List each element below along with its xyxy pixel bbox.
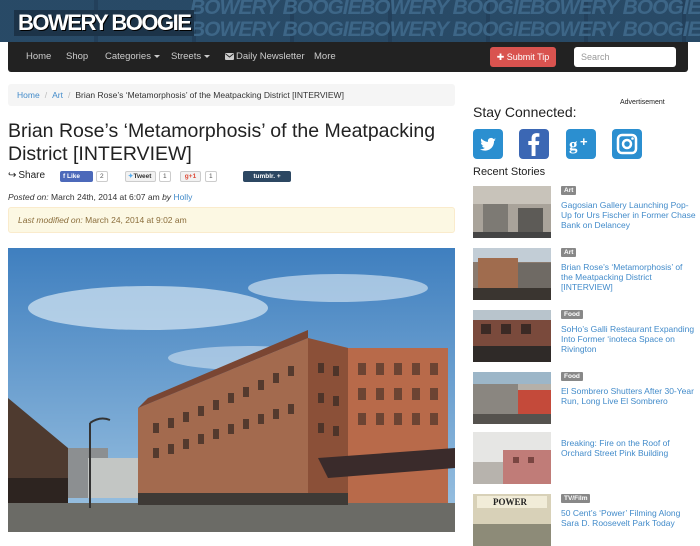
banner-watermark: BOWERY BOOGIE <box>190 18 362 41</box>
google-plus-one-button[interactable]: g+1 <box>180 171 201 182</box>
banner-watermark: BOWERY BOOGIE <box>530 0 700 19</box>
google-plus-icon[interactable]: g + <box>566 129 596 159</box>
svg-text:+: + <box>580 134 588 149</box>
share-label: ↪ Share <box>8 170 45 181</box>
modified-prefix: Last modified on: <box>18 215 83 225</box>
plus-icon: ✚ <box>496 52 507 62</box>
nav-daily-newsletter[interactable]: Daily Newsletter <box>225 42 305 72</box>
meatpacking-district-photo <box>8 248 455 532</box>
nav-home[interactable]: Home <box>26 42 51 72</box>
tweet-count: 1 <box>159 171 171 182</box>
breadcrumb-current: Brian Rose’s ‘Metamorphosis’ of the Meat… <box>75 90 344 100</box>
nav-streets[interactable]: Streets <box>171 42 211 72</box>
tweet-label: Tweet <box>133 173 152 180</box>
story-title-link[interactable]: Breaking: Fire on the Roof of Orchard St… <box>561 438 696 458</box>
breadcrumb-separator: / <box>67 90 71 100</box>
search-input[interactable] <box>574 47 676 67</box>
story-title-link[interactable]: SoHo’s Galli Restaurant Expanding Into F… <box>561 324 696 354</box>
story-thumbnail[interactable] <box>473 372 551 424</box>
post-meta: Posted on: March 24th, 2014 at 6:07 am b… <box>8 192 192 202</box>
story-thumbnail[interactable] <box>473 432 551 484</box>
svg-text:g: g <box>569 135 578 154</box>
share-icon: ↪ <box>8 170 17 181</box>
tweet-button[interactable]: ✦Tweet <box>125 171 156 182</box>
facebook-icon[interactable] <box>519 129 549 159</box>
by-label: by <box>162 192 172 202</box>
twitter-icon[interactable] <box>473 129 503 159</box>
svg-text:POWER: POWER <box>493 497 528 507</box>
like-label: Like <box>66 173 80 180</box>
nav-categories[interactable]: Categories <box>105 42 160 72</box>
story-title-link[interactable]: 50 Cent’s ‘Power’ Filming Along Sara D. … <box>561 508 696 528</box>
share-text: Share <box>18 170 46 181</box>
article-title: Brian Rose’s ‘Metamorphosis’ of the Meat… <box>8 120 436 165</box>
breadcrumb: Home / Art / Brian Rose’s ‘Metamorphosis’ of… <box>8 84 455 106</box>
story-thumbnail[interactable]: POWER <box>473 494 551 546</box>
story-category-tag: TV/Film <box>561 494 591 503</box>
last-modified-notice: Last modified on: March 24, 2014 at 9:02… <box>8 207 455 233</box>
advertisement-label: Advertisement <box>620 99 665 106</box>
story-thumbnail[interactable] <box>473 310 551 362</box>
breadcrumb-separator: / <box>44 90 48 100</box>
submit-tip-button[interactable]: ✚ Submit Tip <box>490 47 556 67</box>
chevron-down-icon <box>153 54 160 58</box>
story-category-tag: Food <box>561 372 583 381</box>
gplus-count: 1 <box>205 171 217 182</box>
story-title-link[interactable]: Brian Rose’s ‘Metamorphosis’ of the Meat… <box>561 262 696 292</box>
breadcrumb-art[interactable]: Art <box>52 90 63 100</box>
modified-date: March 24, 2014 at 9:02 am <box>85 215 187 225</box>
banner-watermark: BOWERY BOOGIE <box>190 0 362 19</box>
story-thumbnail[interactable] <box>473 186 551 238</box>
facebook-like-button[interactable]: f Like <box>60 171 93 182</box>
story-title-link[interactable]: El Sombrero Shutters After 30-Year Run, … <box>561 386 696 406</box>
envelope-icon <box>225 52 234 60</box>
site-banner: BOWERY BOOGIE BOWERY BOOGIE BOWERY BOOGI… <box>0 0 700 42</box>
story-category-tag: Food <box>561 310 583 319</box>
tumblr-share-button[interactable]: tumblr. + <box>243 171 291 182</box>
posted-date: March 24th, 2014 at 6:07 am <box>51 192 160 202</box>
story-thumbnail[interactable] <box>473 248 551 300</box>
breadcrumb-home[interactable]: Home <box>17 90 40 100</box>
story-title-link[interactable]: Gagosian Gallery Launching Pop-Up for Ur… <box>561 200 696 230</box>
nav-categories-label: Categories <box>105 51 151 62</box>
banner-watermark: BOWERY BOOGIE <box>360 18 532 41</box>
stay-connected-heading: Stay Connected: <box>473 104 577 120</box>
submit-tip-label: Submit Tip <box>506 52 550 62</box>
story-category-tag: Art <box>561 186 577 195</box>
posted-prefix: Posted on: <box>8 192 49 202</box>
instagram-icon[interactable] <box>612 129 642 159</box>
nav-streets-label: Streets <box>171 51 202 62</box>
story-category-tag: Art <box>561 248 577 257</box>
banner-watermark: BOWERY BOOGIE <box>530 18 700 41</box>
recent-stories-heading: Recent Stories <box>473 166 546 178</box>
article-hero-image <box>8 248 455 532</box>
like-count: 2 <box>96 171 108 182</box>
main-navbar: Home Shop Categories Streets Daily Newsl… <box>8 42 688 72</box>
chevron-down-icon <box>204 54 211 58</box>
author-link[interactable]: Holly <box>173 192 192 202</box>
nav-more[interactable]: More <box>314 42 336 72</box>
nav-shop[interactable]: Shop <box>66 42 88 72</box>
banner-watermark: BOWERY BOOGIE <box>360 0 532 19</box>
site-logo[interactable]: BOWERY BOOGIE <box>14 10 195 36</box>
nav-daily-newsletter-label: Daily Newsletter <box>236 51 305 62</box>
